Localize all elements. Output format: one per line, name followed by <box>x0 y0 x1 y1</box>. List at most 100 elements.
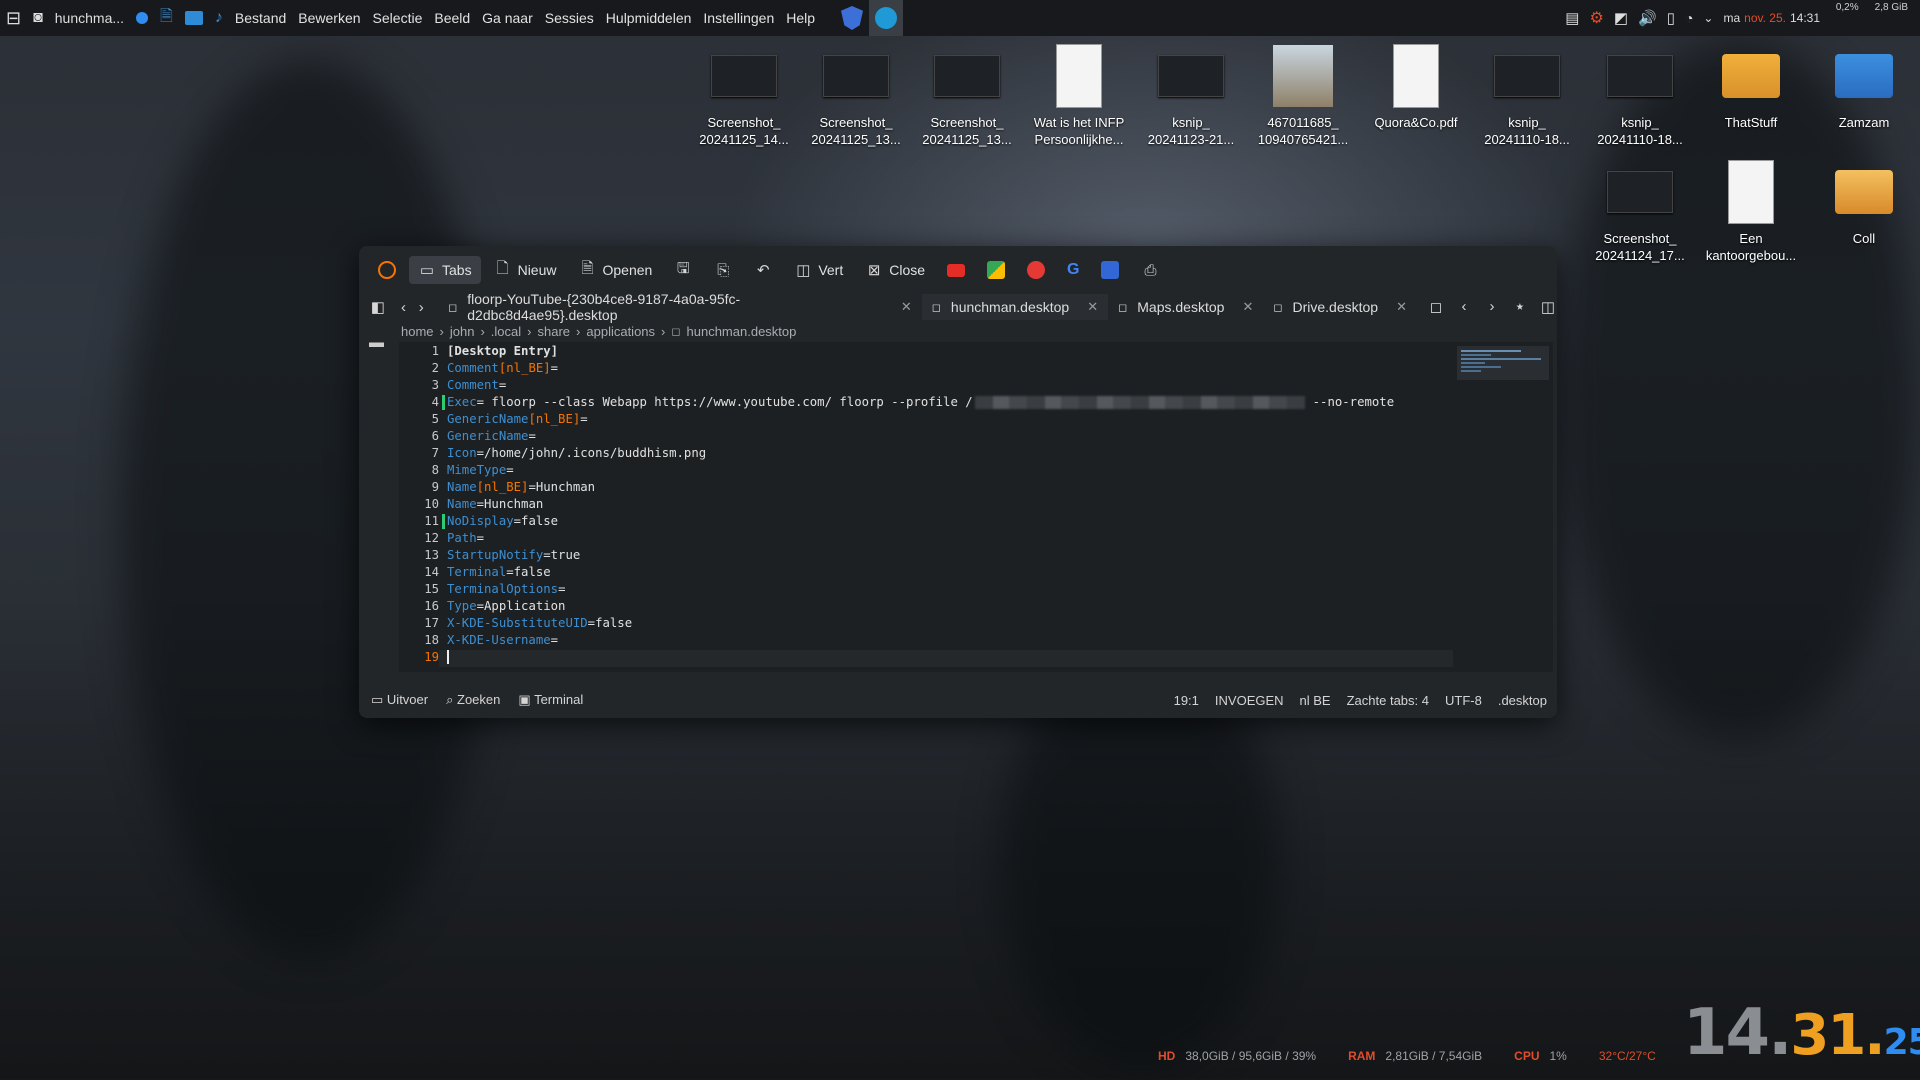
app-circle-icon[interactable] <box>369 256 405 284</box>
tabs-button[interactable]: ▭ Tabs <box>409 256 481 284</box>
tab-prev-icon[interactable]: ‹ <box>1455 298 1473 316</box>
menu-bestand[interactable]: Bestand <box>229 10 292 26</box>
desktop-icon[interactable]: ksnip_ 20241110-18... <box>1584 44 1696 148</box>
desktop-icon[interactable]: Screenshot_ 20241125_14... <box>688 44 800 148</box>
documents-icon[interactable]: ◧ <box>369 298 387 316</box>
desktop-icon-label: ksnip_ <box>1508 115 1546 130</box>
cursor-position[interactable]: 19:1 <box>1174 693 1199 708</box>
desktop-switch-icon[interactable]: ⊟ <box>0 0 27 36</box>
indent-mode[interactable]: Zachte tabs: 4 <box>1347 693 1429 708</box>
undo-button[interactable]: ↶ <box>745 256 781 284</box>
blue-dot-icon[interactable] <box>130 0 154 36</box>
crumb-file[interactable]: hunchman.desktop <box>687 324 797 339</box>
input-mode[interactable]: INVOEGEN <box>1215 693 1284 708</box>
desktop-icon[interactable]: Quora&Co.pdf <box>1360 44 1472 131</box>
desktop-icon[interactable]: Coll <box>1808 160 1920 247</box>
google-icon[interactable]: G <box>1058 256 1088 284</box>
minimap[interactable] <box>1453 342 1553 672</box>
desktop-icon[interactable]: Screenshot_ 20241125_13... <box>911 44 1023 148</box>
chevron-down-icon[interactable]: ⌄ <box>1703 11 1713 25</box>
code-editor[interactable]: 1 [Desktop Entry] 2 Comment[nl_BE]= 3 Comment… <box>399 342 1514 672</box>
desktop-icon[interactable]: Wat is het INFP Persoonlijkhe... <box>1023 44 1135 148</box>
menu-instellingen[interactable]: Instellingen <box>697 10 780 26</box>
split-view-icon[interactable]: ◫ <box>1539 298 1557 316</box>
save-as-button[interactable]: ⎘ <box>705 257 741 284</box>
desktop-icon-label: Quora&Co.pdf <box>1374 115 1458 130</box>
crumb-local[interactable]: .local <box>491 324 521 339</box>
menu-help[interactable]: Help <box>780 10 821 26</box>
save-button[interactable]: 🖫 <box>665 253 701 288</box>
yandex-icon[interactable] <box>1018 256 1054 284</box>
crumb-sep: › <box>527 323 532 339</box>
kate-editor-icon[interactable] <box>869 0 904 36</box>
encoding[interactable]: UTF-8 <box>1445 693 1482 708</box>
forward-icon[interactable]: › <box>412 299 430 316</box>
close-icon[interactable]: ✕ <box>901 299 912 315</box>
code-value: =Application <box>476 599 566 613</box>
menu-selectie[interactable]: Selectie <box>367 10 429 26</box>
desktop-icon[interactable]: ksnip_ 20241110-18... <box>1471 44 1583 148</box>
brave-browser-icon[interactable] <box>835 0 869 36</box>
volume-icon[interactable]: 🔊 <box>1638 9 1657 27</box>
code-line: Comment[nl_BE]= <box>447 361 558 375</box>
phone-icon[interactable]: ▯ <box>1667 9 1675 27</box>
menu-hulpmiddelen[interactable]: Hulpmiddelen <box>600 10 698 26</box>
terminal-button[interactable]: ▣ Terminal <box>518 692 583 708</box>
screenshot-icon[interactable]: ◙ <box>27 0 49 36</box>
desktop-icon[interactable]: 467011685_ 10940765421... <box>1247 44 1359 148</box>
file-type[interactable]: .desktop <box>1498 693 1547 708</box>
undo-icon: ↶ <box>757 262 770 279</box>
close-icon[interactable]: ✕ <box>1396 299 1407 315</box>
tab-list-icon[interactable]: ◻ <box>1427 298 1445 316</box>
desktop-icon[interactable]: Screenshot_ 20241124_17... <box>1584 160 1696 264</box>
desktop-icon[interactable]: ThatStuff <box>1695 44 1807 131</box>
close-button[interactable]: ⊠ Close <box>856 256 934 284</box>
tab-drive[interactable]: ◻ Drive.desktop ✕ <box>1263 294 1417 320</box>
desktop-icon[interactable]: Screenshot_ 20241125_13... <box>800 44 912 148</box>
tabs-label: Tabs <box>442 262 472 278</box>
close-icon[interactable]: ✕ <box>1242 299 1253 315</box>
menu-ga-naar[interactable]: Ga naar <box>476 10 539 26</box>
youtube-icon[interactable] <box>938 259 974 282</box>
music-icon[interactable]: ♪ <box>209 0 229 36</box>
tab-next-icon[interactable]: › <box>1483 298 1501 316</box>
menu-beeld[interactable]: Beeld <box>428 10 476 26</box>
search-button[interactable]: ⌕ Zoeken <box>446 692 500 708</box>
notes-icon[interactable]: ▤ <box>1565 9 1579 27</box>
desktop-icon-label: kantoorgebou... <box>1705 248 1797 263</box>
tab-maps[interactable]: ◻ Maps.desktop ✕ <box>1108 294 1263 320</box>
calendar-icon[interactable] <box>1092 256 1128 284</box>
crumb-applications[interactable]: applications <box>586 324 655 339</box>
print-icon[interactable]: ⎙ <box>1132 257 1168 284</box>
maps-icon[interactable] <box>978 256 1014 284</box>
new-button[interactable]: 🗋 Nieuw <box>485 253 566 288</box>
split-vert-button[interactable]: ◫ Vert <box>785 256 852 284</box>
network-icon[interactable]: ◔ <box>1685 10 1693 26</box>
crumb-john[interactable]: john <box>450 324 475 339</box>
open-button[interactable]: 🗎 Openen <box>569 253 661 288</box>
menu-sessies[interactable]: Sessies <box>539 10 600 26</box>
output-button[interactable]: ▭ Uitvoer <box>371 692 428 708</box>
clipboard-icon[interactable]: ◩ <box>1614 9 1628 27</box>
folder-icon[interactable] <box>179 0 209 36</box>
crumb-home[interactable]: home <box>401 324 434 339</box>
crumb-share[interactable]: share <box>538 324 571 339</box>
modified-line-marker <box>442 395 445 410</box>
folder-icon <box>1722 54 1780 98</box>
desktop-icon[interactable]: Een kantoorgebou... <box>1695 160 1807 264</box>
project-folder-icon[interactable]: ▬ <box>369 334 384 351</box>
language[interactable]: nl BE <box>1300 693 1331 708</box>
menu-bewerken[interactable]: Bewerken <box>292 10 366 26</box>
clock[interactable]: ma nov. 25. 14:31 <box>1723 11 1820 25</box>
back-icon[interactable]: ‹ <box>395 299 413 316</box>
document-search-icon[interactable]: 🗎 <box>154 0 179 36</box>
update-icon[interactable]: ⚙ <box>1589 8 1603 28</box>
code-line: GenericName[nl_BE]= <box>447 412 588 426</box>
pin-icon[interactable]: ⭑ <box>1511 298 1529 316</box>
tab-floorp-youtube[interactable]: ◻ floorp-YouTube-{230b4ce8-9187-4a0a-95fc… <box>438 291 922 323</box>
tab-hunchman[interactable]: ◻ hunchman.desktop ✕ <box>921 294 1109 320</box>
desktop-icon[interactable]: Zamzam <box>1808 44 1920 131</box>
close-icon[interactable]: ✕ <box>1087 299 1098 315</box>
desktop-icon[interactable]: ksnip_ 20241123-21... <box>1135 44 1247 148</box>
task-title[interactable]: hunchma... <box>49 0 130 36</box>
